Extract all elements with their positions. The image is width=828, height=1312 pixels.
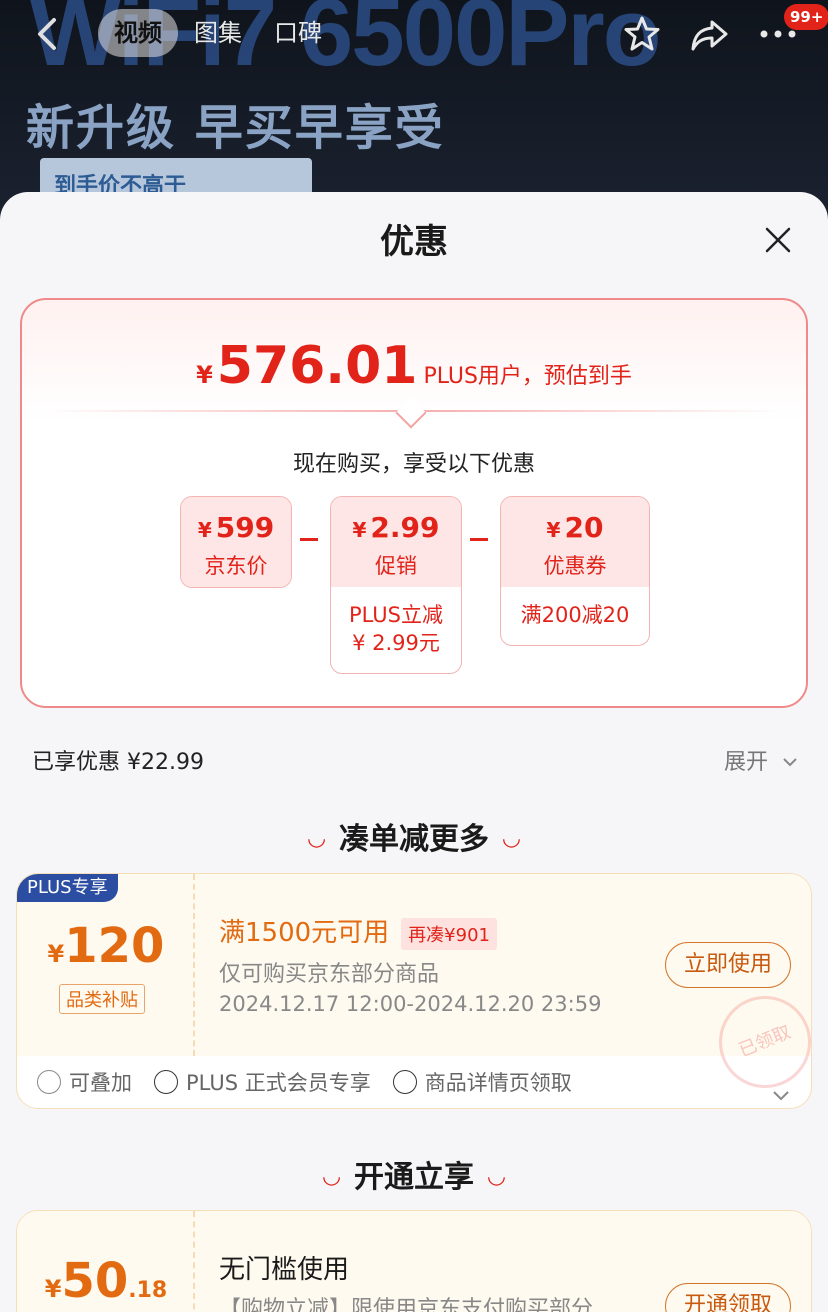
section-title-combine: ◡ 凑单减更多 ◡ xyxy=(308,822,520,857)
coupon-detail: 满200减20 xyxy=(520,603,630,627)
coupon-value-panel: PLUS专享 ¥120 品类补贴 xyxy=(17,874,195,1056)
coupon-amount: 120 xyxy=(64,918,165,974)
plus-exclusive-tag: PLUS专享 xyxy=(17,874,118,902)
coupon-card-plus: PLUS专享 ¥120 品类补贴 满1500元可用 再凑¥901 仅可购买京东部分… xyxy=(16,873,812,1109)
star-icon[interactable] xyxy=(620,12,664,56)
smile-icon: ◡ xyxy=(323,1164,340,1189)
coupon-box: ¥20 优惠券 满200减20 xyxy=(500,496,650,646)
currency-symbol: ¥ xyxy=(44,1275,62,1303)
banner-slogan: 新升级 早买早享受 xyxy=(26,100,445,156)
expand-label: 展开 xyxy=(724,750,769,775)
use-now-button[interactable]: 立即使用 xyxy=(665,942,791,988)
estimated-price: ¥576.01 PLUS用户，预估到手 xyxy=(22,336,806,396)
crown-icon xyxy=(154,1070,178,1094)
caret-down-icon xyxy=(395,397,427,429)
more-needed-tag: 再凑¥901 xyxy=(401,917,497,950)
currency-symbol: ¥ xyxy=(197,518,212,542)
coupon-amount-decimal: .18 xyxy=(128,1278,168,1303)
now-buy-text: 现在购买，享受以下优惠 xyxy=(292,452,535,477)
sheet-title: 优惠 xyxy=(380,222,448,262)
section-title-activate: ◡ 开通立享 ◡ xyxy=(323,1160,505,1195)
feature-detail-page: 商品详情页领取 xyxy=(392,1067,572,1097)
coupon-validity: 2024.12.17 12:00-2024.12.20 23:59 xyxy=(219,992,602,1016)
smile-icon: ◡ xyxy=(308,826,325,851)
promotion-value: 2.99 xyxy=(370,511,440,544)
estimated-price-card: ¥576.01 PLUS用户，预估到手 现在购买，享受以下优惠 ¥599 京东价 … xyxy=(20,298,808,708)
estimated-amount: 576.01 xyxy=(216,336,418,396)
category-subsidy-tag: 品类补贴 xyxy=(59,984,145,1014)
chevron-down-icon[interactable] xyxy=(771,1088,791,1102)
promotion-box: ¥2.99 促销 PLUS立减 ¥ 2.99元 xyxy=(330,496,462,674)
feature-stackable: 可叠加 xyxy=(37,1067,132,1097)
coupon-value-panel: ¥50.18 xyxy=(17,1211,195,1312)
minus-icon xyxy=(300,538,318,541)
close-icon[interactable] xyxy=(758,220,798,260)
minus-icon xyxy=(470,538,488,541)
coupon-value: 20 xyxy=(564,511,604,544)
jd-price-box: ¥599 京东价 xyxy=(180,496,292,588)
coupon-condition: 满1500元可用 再凑¥901 xyxy=(219,912,497,950)
stack-icon xyxy=(37,1070,61,1094)
promotion-detail: PLUS立减 xyxy=(348,603,444,627)
promotion-detail-amount: ¥ 2.99元 xyxy=(352,631,440,655)
coupon-scope: 仅可购买京东部分商品 xyxy=(219,962,440,987)
expand-button[interactable]: 展开 xyxy=(724,744,799,776)
feature-plus-member: PLUS 正式会员专享 xyxy=(154,1067,371,1097)
currency-symbol: ¥ xyxy=(196,361,213,389)
tab-reviews[interactable]: 口碑 xyxy=(258,9,338,57)
currency-symbol: ¥ xyxy=(352,518,367,542)
jd-price-value: 599 xyxy=(215,511,275,544)
tab-video[interactable]: 视频 xyxy=(98,9,178,57)
coupon-features: 可叠加 PLUS 正式会员专享 商品详情页领取 xyxy=(17,1056,811,1108)
tab-gallery[interactable]: 图集 xyxy=(178,9,258,57)
coupon-label: 优惠券 xyxy=(543,554,607,578)
jd-price-label: 京东价 xyxy=(204,554,268,578)
estimate-note: PLUS用户，预估到手 xyxy=(423,364,632,389)
currency-symbol: ¥ xyxy=(47,940,65,968)
share-icon[interactable] xyxy=(688,12,732,56)
smile-icon: ◡ xyxy=(488,1164,505,1189)
chevron-down-icon xyxy=(783,758,797,767)
coupon-amount: 50 xyxy=(61,1253,129,1309)
enjoyed-discount: 已享优惠 ¥22.99 xyxy=(32,750,204,775)
media-tabs: 视频 图集 口碑 xyxy=(98,8,338,58)
discount-sheet: 优惠 ¥576.01 PLUS用户，预估到手 现在购买，享受以下优惠 ¥599 京… xyxy=(0,192,828,1312)
coupon-condition: 无门槛使用 xyxy=(219,1255,350,1285)
promotion-label: 促销 xyxy=(375,554,417,578)
activate-claim-button[interactable]: 开通领取 xyxy=(665,1283,791,1312)
coupon-scope: 【购物立减】限使用京东支付购买部分... xyxy=(219,1297,614,1312)
ticket-icon xyxy=(392,1070,417,1094)
coupon-card-activate: ¥50.18 无门槛使用 【购物立减】限使用京东支付购买部分... 开通领取 xyxy=(16,1210,812,1312)
notification-badge: 99+ xyxy=(784,4,828,30)
back-icon[interactable] xyxy=(30,14,66,54)
product-banner: WiFi7 6500Pro 新升级 早买早享受 到手价不高于 视频 图集 口碑 … xyxy=(0,0,828,220)
currency-symbol: ¥ xyxy=(546,518,561,542)
smile-icon: ◡ xyxy=(503,826,520,851)
